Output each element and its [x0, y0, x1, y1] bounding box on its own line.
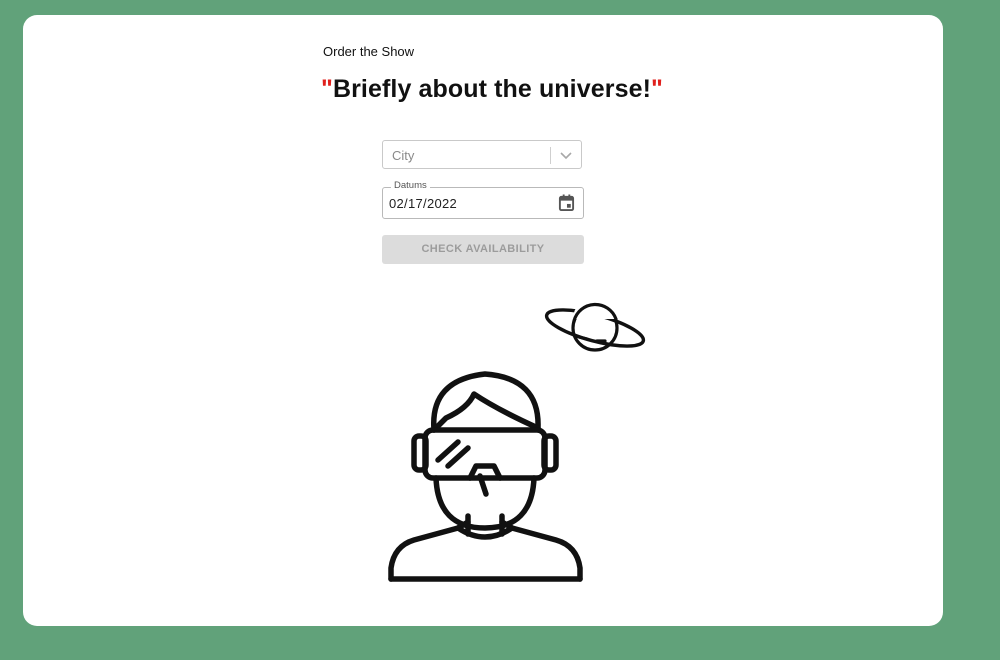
- date-field-label: Datums: [391, 180, 430, 191]
- page-title: "Briefly about the universe!": [321, 75, 663, 104]
- order-card: Order the Show "Briefly about the univer…: [23, 15, 943, 626]
- title-close-quote: ": [651, 75, 663, 103]
- page-subtitle: Order the Show: [323, 44, 415, 59]
- city-select[interactable]: City: [382, 140, 582, 169]
- city-select-placeholder: City: [392, 148, 415, 163]
- vr-headset-person-icon: [388, 371, 583, 582]
- chevron-down-icon[interactable]: [559, 149, 573, 161]
- calendar-icon[interactable]: [558, 194, 575, 212]
- check-availability-button[interactable]: CHECK AVAILABILITY: [382, 235, 584, 264]
- date-field-value[interactable]: 02/17/2022: [389, 196, 457, 211]
- planet-icon: [544, 297, 646, 352]
- title-text: Briefly about the universe!: [332, 75, 651, 103]
- title-open-quote: ": [321, 75, 333, 103]
- select-separator: [550, 147, 551, 164]
- date-field[interactable]: Datums 02/17/2022: [382, 180, 584, 219]
